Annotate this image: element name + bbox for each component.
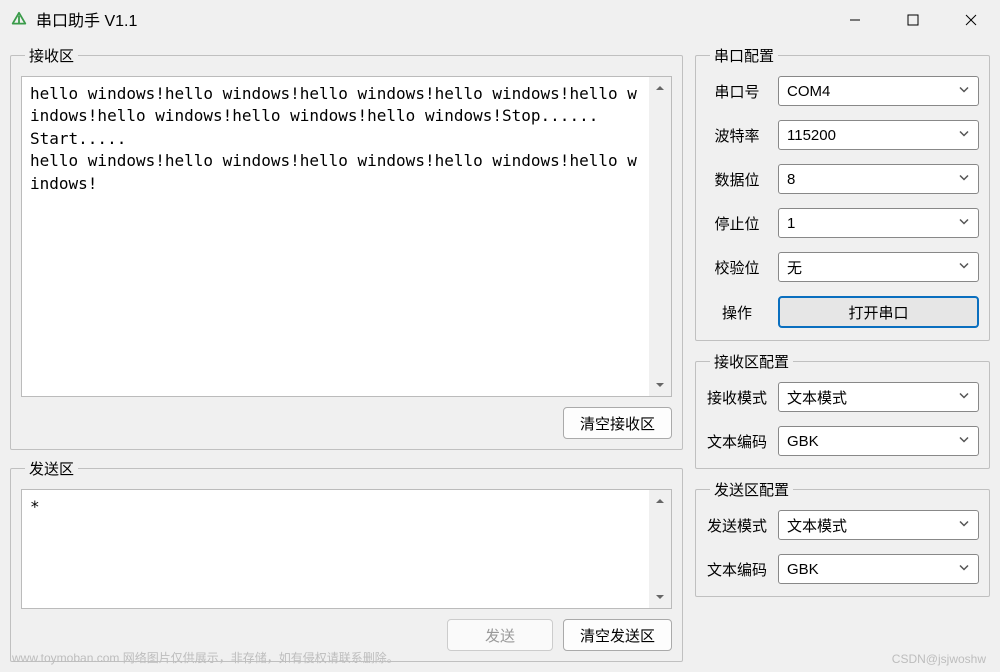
recv-enc-label: 文本编码	[706, 431, 768, 452]
port-row: 串口号 COM4	[706, 76, 979, 106]
recv-enc-combo[interactable]: GBK	[778, 426, 979, 456]
send-config-legend: 发送区配置	[710, 479, 793, 500]
chevron-down-icon	[958, 389, 970, 406]
window-buttons	[826, 0, 1000, 40]
baud-label: 波特率	[706, 125, 768, 146]
stopbits-value: 1	[787, 215, 795, 232]
send-mode-label: 发送模式	[706, 515, 768, 536]
receive-textarea[interactable]: hello windows!hello windows!hello window…	[21, 76, 672, 397]
recv-config-group: 接收区配置 接收模式 文本模式 文本编码 GBK	[695, 351, 990, 469]
minimize-button[interactable]	[826, 0, 884, 40]
app-icon	[10, 11, 28, 29]
baud-combo[interactable]: 115200	[778, 120, 979, 150]
chevron-down-icon	[958, 83, 970, 100]
scroll-down-icon[interactable]	[649, 586, 671, 608]
content-area: 接收区 hello windows!hello windows!hello wi…	[0, 40, 1000, 672]
stopbits-row: 停止位 1	[706, 208, 979, 238]
maximize-button[interactable]	[884, 0, 942, 40]
baud-value: 115200	[787, 127, 836, 144]
port-combo[interactable]: COM4	[778, 76, 979, 106]
stopbits-combo[interactable]: 1	[778, 208, 979, 238]
chevron-down-icon	[958, 433, 970, 450]
watermark-right: CSDN@jsjwoshw	[892, 652, 986, 666]
receive-scrollbar[interactable]	[649, 77, 671, 396]
operation-label: 操作	[706, 302, 768, 323]
send-enc-combo[interactable]: GBK	[778, 554, 979, 584]
left-column: 接收区 hello windows!hello windows!hello wi…	[10, 45, 683, 662]
send-scrollbar[interactable]	[649, 490, 671, 608]
open-port-button[interactable]: 打开串口	[778, 296, 979, 328]
send-mode-combo[interactable]: 文本模式	[778, 510, 979, 540]
watermark-left: www.toymoban.com 网络图片仅供展示，非存储，如有侵权请联系删除。	[12, 649, 399, 666]
parity-value: 无	[787, 257, 802, 278]
window-title: 串口助手 V1.1	[36, 7, 826, 33]
serial-config-group: 串口配置 串口号 COM4 波特率 115200 数据位	[695, 45, 990, 341]
recv-mode-value: 文本模式	[787, 387, 847, 408]
serial-config-legend: 串口配置	[710, 45, 778, 66]
scroll-down-icon[interactable]	[649, 374, 671, 396]
parity-combo[interactable]: 无	[778, 252, 979, 282]
send-group: 发送区 * 发送 清空发送区	[10, 458, 683, 662]
port-label: 串口号	[706, 81, 768, 102]
stopbits-label: 停止位	[706, 213, 768, 234]
titlebar: 串口助手 V1.1	[0, 0, 1000, 40]
recv-config-legend: 接收区配置	[710, 351, 793, 372]
operation-row: 操作 打开串口	[706, 296, 979, 328]
port-value: COM4	[787, 83, 830, 100]
scroll-up-icon[interactable]	[649, 490, 671, 512]
clear-receive-button[interactable]: 清空接收区	[563, 407, 672, 439]
databits-value: 8	[787, 171, 795, 188]
send-mode-value: 文本模式	[787, 515, 847, 536]
close-button[interactable]	[942, 0, 1000, 40]
receive-text: hello windows!hello windows!hello window…	[22, 77, 671, 396]
send-text: *	[22, 490, 671, 608]
chevron-down-icon	[958, 127, 970, 144]
parity-row: 校验位 无	[706, 252, 979, 282]
chevron-down-icon	[958, 171, 970, 188]
databits-row: 数据位 8	[706, 164, 979, 194]
clear-send-button[interactable]: 清空发送区	[563, 619, 672, 651]
send-mode-row: 发送模式 文本模式	[706, 510, 979, 540]
send-enc-row: 文本编码 GBK	[706, 554, 979, 584]
parity-label: 校验位	[706, 257, 768, 278]
baud-row: 波特率 115200	[706, 120, 979, 150]
receive-buttons: 清空接收区	[21, 407, 672, 439]
send-enc-value: GBK	[787, 561, 819, 578]
receive-group: 接收区 hello windows!hello windows!hello wi…	[10, 45, 683, 450]
scroll-up-icon[interactable]	[649, 77, 671, 99]
chevron-down-icon	[958, 517, 970, 534]
send-textarea[interactable]: *	[21, 489, 672, 609]
app-window: 串口助手 V1.1 接收区 hello windows!hello window…	[0, 0, 1000, 672]
send-legend: 发送区	[25, 458, 78, 479]
send-button[interactable]: 发送	[447, 619, 553, 651]
recv-mode-combo[interactable]: 文本模式	[778, 382, 979, 412]
send-config-group: 发送区配置 发送模式 文本模式 文本编码 GBK	[695, 479, 990, 597]
right-column: 串口配置 串口号 COM4 波特率 115200 数据位	[695, 45, 990, 662]
chevron-down-icon	[958, 259, 970, 276]
recv-mode-row: 接收模式 文本模式	[706, 382, 979, 412]
receive-legend: 接收区	[25, 45, 78, 66]
recv-mode-label: 接收模式	[706, 387, 768, 408]
databits-combo[interactable]: 8	[778, 164, 979, 194]
chevron-down-icon	[958, 561, 970, 578]
send-buttons: 发送 清空发送区	[21, 619, 672, 651]
chevron-down-icon	[958, 215, 970, 232]
recv-enc-row: 文本编码 GBK	[706, 426, 979, 456]
databits-label: 数据位	[706, 169, 768, 190]
send-enc-label: 文本编码	[706, 559, 768, 580]
recv-enc-value: GBK	[787, 433, 819, 450]
